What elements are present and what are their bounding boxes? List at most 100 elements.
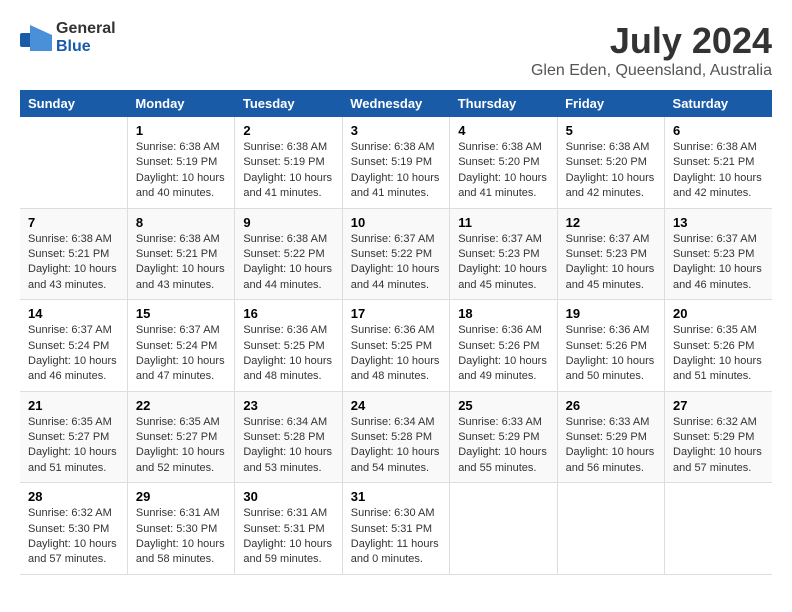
day-info: Sunrise: 6:36 AM Sunset: 5:26 PM Dayligh… [566, 323, 656, 385]
calendar-cell: 23 Sunrise: 6:34 AM Sunset: 5:28 PM Dayli… [235, 391, 342, 483]
calendar-cell: 21Sunrise: 6:35 AM Sunset: 5:27 PM Dayli… [20, 391, 127, 483]
day-number: 25 [458, 398, 548, 413]
day-number: 24 [351, 398, 441, 413]
day-number: 2 [243, 123, 333, 138]
day-number: 8 [136, 215, 226, 230]
day-info: Sunrise: 6:38 AM Sunset: 5:22 PM Dayligh… [243, 232, 333, 294]
day-number: 28 [28, 489, 119, 504]
day-number: 17 [351, 306, 441, 321]
calendar-cell: 1Sunrise: 6:38 AM Sunset: 5:19 PM Daylig… [127, 117, 234, 208]
calendar-header: SundayMondayTuesdayWednesdayThursdayFrid… [20, 90, 772, 117]
day-info: Sunrise: 6:37 AM Sunset: 5:22 PM Dayligh… [351, 232, 441, 294]
day-number: 21 [28, 398, 119, 413]
day-number: 27 [673, 398, 764, 413]
calendar-cell: 5 Sunrise: 6:38 AM Sunset: 5:20 PM Daylig… [557, 117, 664, 208]
calendar-cell: 16Sunrise: 6:36 AM Sunset: 5:25 PM Dayli… [235, 300, 342, 392]
calendar-cell: 4Sunrise: 6:38 AM Sunset: 5:20 PM Daylig… [450, 117, 557, 208]
day-number: 23 [243, 398, 333, 413]
col-header-monday: Monday [127, 90, 234, 117]
day-number: 13 [673, 215, 764, 230]
month-title: July 2024 [531, 20, 772, 62]
day-info: Sunrise: 6:38 AM Sunset: 5:19 PM Dayligh… [351, 140, 441, 202]
day-number: 6 [673, 123, 764, 138]
day-info: Sunrise: 6:35 AM Sunset: 5:26 PM Dayligh… [673, 323, 764, 385]
day-number: 31 [351, 489, 441, 504]
calendar-cell: 29 Sunrise: 6:31 AM Sunset: 5:30 PM Dayli… [127, 483, 234, 575]
day-info: Sunrise: 6:38 AM Sunset: 5:20 PM Dayligh… [566, 140, 656, 202]
calendar-cell: 2 Sunrise: 6:38 AM Sunset: 5:19 PM Daylig… [235, 117, 342, 208]
calendar-cell: 6Sunrise: 6:38 AM Sunset: 5:21 PM Daylig… [665, 117, 772, 208]
day-info: Sunrise: 6:33 AM Sunset: 5:29 PM Dayligh… [566, 415, 656, 477]
day-number: 12 [566, 215, 656, 230]
day-info: Sunrise: 6:38 AM Sunset: 5:19 PM Dayligh… [136, 140, 226, 202]
day-info: Sunrise: 6:32 AM Sunset: 5:30 PM Dayligh… [28, 506, 119, 568]
col-header-wednesday: Wednesday [342, 90, 449, 117]
col-header-saturday: Saturday [665, 90, 772, 117]
day-number: 30 [243, 489, 333, 504]
col-header-thursday: Thursday [450, 90, 557, 117]
calendar-cell: 24 Sunrise: 6:34 AM Sunset: 5:28 PM Dayli… [342, 391, 449, 483]
col-header-tuesday: Tuesday [235, 90, 342, 117]
week-row-2: 7 Sunrise: 6:38 AM Sunset: 5:21 PM Daylig… [20, 208, 772, 300]
calendar-cell: 15Sunrise: 6:37 AM Sunset: 5:24 PM Dayli… [127, 300, 234, 392]
calendar-cell: 12 Sunrise: 6:37 AM Sunset: 5:23 PM Dayli… [557, 208, 664, 300]
calendar-cell: 28 Sunrise: 6:32 AM Sunset: 5:30 PM Dayli… [20, 483, 127, 575]
calendar-cell: 14 Sunrise: 6:37 AM Sunset: 5:24 PM Dayli… [20, 300, 127, 392]
day-info: Sunrise: 6:32 AM Sunset: 5:29 PM Dayligh… [673, 415, 764, 477]
title-area: July 2024 Glen Eden, Queensland, Austral… [531, 20, 772, 80]
calendar-cell: 3Sunrise: 6:38 AM Sunset: 5:19 PM Daylig… [342, 117, 449, 208]
day-info: Sunrise: 6:37 AM Sunset: 5:23 PM Dayligh… [673, 232, 764, 294]
day-number: 7 [28, 215, 119, 230]
week-row-1: 1Sunrise: 6:38 AM Sunset: 5:19 PM Daylig… [20, 117, 772, 208]
day-info: Sunrise: 6:35 AM Sunset: 5:27 PM Dayligh… [136, 415, 226, 477]
calendar-cell: 22 Sunrise: 6:35 AM Sunset: 5:27 PM Dayli… [127, 391, 234, 483]
calendar-cell: 19 Sunrise: 6:36 AM Sunset: 5:26 PM Dayli… [557, 300, 664, 392]
calendar-cell [665, 483, 772, 575]
week-row-3: 14 Sunrise: 6:37 AM Sunset: 5:24 PM Dayli… [20, 300, 772, 392]
week-row-4: 21 Sunrise: 6:35 AM Sunset: 5:27 PM Dayli… [20, 391, 772, 483]
calendar-cell: 27 Sunrise: 6:32 AM Sunset: 5:29 PM Dayli… [665, 391, 772, 483]
day-number: 4 [458, 123, 548, 138]
logo: General Blue [20, 20, 116, 56]
day-number: 9 [243, 215, 333, 230]
col-header-sunday: Sunday [20, 90, 127, 117]
day-number: 14 [28, 306, 119, 321]
calendar-cell: 9 Sunrise: 6:38 AM Sunset: 5:22 PM Daylig… [235, 208, 342, 300]
day-info: Sunrise: 6:37 AM Sunset: 5:23 PM Dayligh… [566, 232, 656, 294]
calendar-cell [557, 483, 664, 575]
day-info: Sunrise: 6:34 AM Sunset: 5:28 PM Dayligh… [243, 415, 333, 477]
day-number: 29 [136, 489, 226, 504]
day-number: 26 [566, 398, 656, 413]
day-info: Sunrise: 6:31 AM Sunset: 5:31 PM Dayligh… [243, 506, 333, 568]
day-info: Sunrise: 6:38 AM Sunset: 5:19 PM Dayligh… [243, 140, 333, 202]
calendar-table: SundayMondayTuesdayWednesdayThursdayFrid… [20, 90, 772, 575]
day-number: 5 [566, 123, 656, 138]
header: General Blue July 2024 Glen Eden, Queens… [20, 20, 772, 80]
day-info: Sunrise: 6:31 AM Sunset: 5:30 PM Dayligh… [136, 506, 226, 568]
location-title: Glen Eden, Queensland, Australia [531, 62, 772, 80]
calendar-cell: 17Sunrise: 6:36 AM Sunset: 5:25 PM Dayli… [342, 300, 449, 392]
week-row-5: 28 Sunrise: 6:32 AM Sunset: 5:30 PM Dayli… [20, 483, 772, 575]
calendar-cell: 7 Sunrise: 6:38 AM Sunset: 5:21 PM Daylig… [20, 208, 127, 300]
calendar-cell [20, 117, 127, 208]
calendar-cell [450, 483, 557, 575]
day-number: 19 [566, 306, 656, 321]
calendar-cell: 26 Sunrise: 6:33 AM Sunset: 5:29 PM Dayli… [557, 391, 664, 483]
day-info: Sunrise: 6:38 AM Sunset: 5:21 PM Dayligh… [136, 232, 226, 294]
day-info: Sunrise: 6:34 AM Sunset: 5:28 PM Dayligh… [351, 415, 441, 477]
col-header-friday: Friday [557, 90, 664, 117]
day-number: 22 [136, 398, 226, 413]
day-number: 10 [351, 215, 441, 230]
day-info: Sunrise: 6:37 AM Sunset: 5:24 PM Dayligh… [28, 323, 119, 385]
logo-icon [20, 25, 52, 51]
calendar-cell: 8 Sunrise: 6:38 AM Sunset: 5:21 PM Daylig… [127, 208, 234, 300]
day-number: 15 [136, 306, 226, 321]
calendar-cell: 11Sunrise: 6:37 AM Sunset: 5:23 PM Dayli… [450, 208, 557, 300]
calendar-cell: 13 Sunrise: 6:37 AM Sunset: 5:23 PM Dayli… [665, 208, 772, 300]
day-info: Sunrise: 6:38 AM Sunset: 5:21 PM Dayligh… [28, 232, 119, 294]
day-info: Sunrise: 6:33 AM Sunset: 5:29 PM Dayligh… [458, 415, 548, 477]
logo-blue: Blue [56, 38, 91, 55]
calendar-cell: 20Sunrise: 6:35 AM Sunset: 5:26 PM Dayli… [665, 300, 772, 392]
day-number: 11 [458, 215, 548, 230]
calendar-cell: 25 Sunrise: 6:33 AM Sunset: 5:29 PM Dayli… [450, 391, 557, 483]
